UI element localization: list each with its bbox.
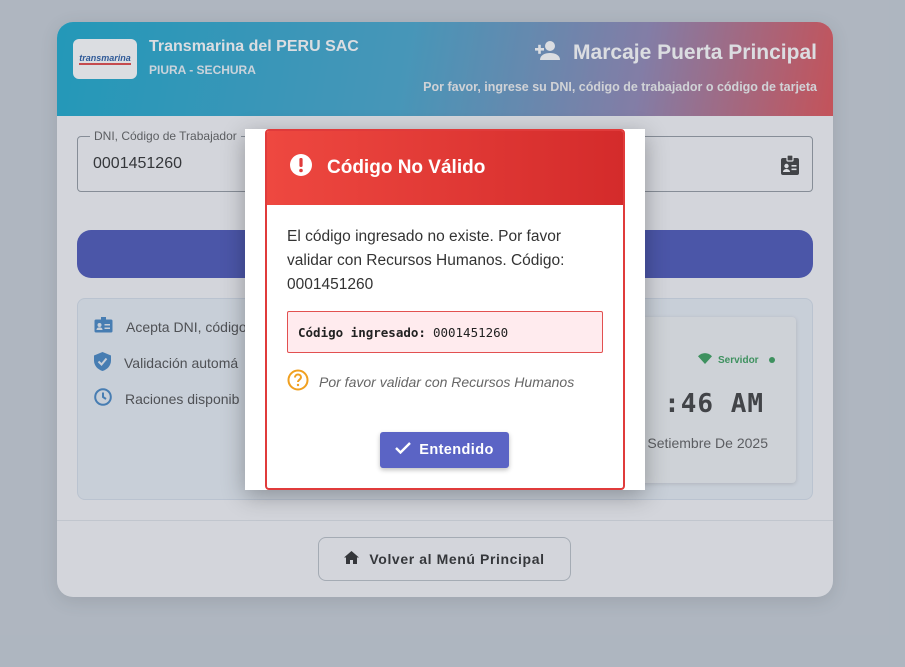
dialog-header: Código No Válido [267, 131, 623, 205]
ok-button-label: Entendido [419, 442, 494, 458]
entered-code-value: 0001451260 [432, 324, 509, 340]
entered-code-label: Código ingresado: [298, 324, 426, 340]
dialog-message: El código ingresado no existe. Por favor… [287, 228, 565, 293]
error-dialog-body: Código No Válido El código ingresado no … [265, 129, 625, 490]
ok-button[interactable]: Entendido [380, 432, 509, 468]
dialog-hint: Por favor validar con Recursos Humanos [287, 369, 574, 394]
question-circle-icon [287, 369, 309, 394]
exclamation-icon [289, 153, 313, 183]
dialog-hint-text: Por favor validar con Recursos Humanos [319, 373, 575, 390]
entered-code-box: Código ingresado: 0001451260 [287, 311, 603, 353]
check-icon [395, 442, 412, 458]
dialog-title: Código No Válido [327, 157, 486, 178]
error-dialog: Código No Válido El código ingresado no … [245, 129, 645, 490]
